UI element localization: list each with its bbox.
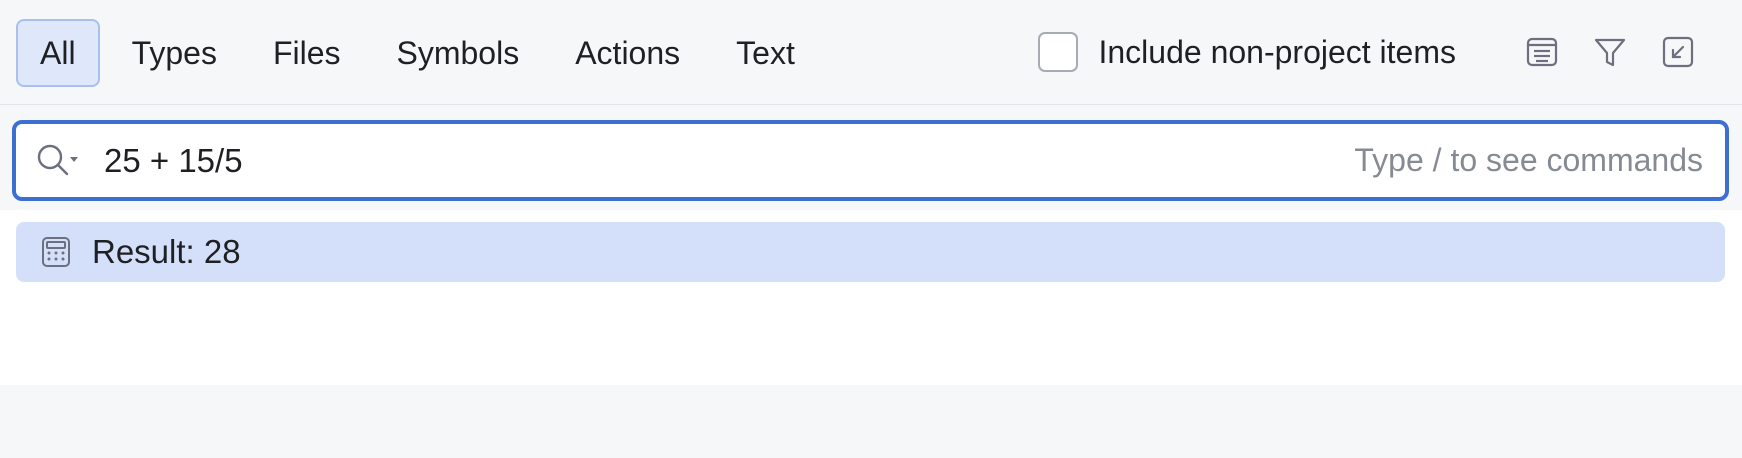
preview-button[interactable] (1520, 30, 1564, 74)
list-item[interactable]: Result: 28 (16, 222, 1725, 282)
header-bar: All Types Files Symbols Actions Text Inc… (0, 0, 1742, 105)
include-non-project-checkbox[interactable] (1038, 32, 1079, 72)
preview-icon (1526, 37, 1558, 67)
results-list: Result: 28 (0, 210, 1742, 385)
filter-button[interactable] (1588, 30, 1632, 74)
tab-symbols[interactable]: Symbols (377, 19, 540, 87)
filter-icon (1594, 38, 1626, 67)
commands-hint: Type / to see commands (1354, 142, 1703, 178)
result-text: Result: 28 (92, 233, 241, 270)
open-in-tool-window-button[interactable] (1656, 30, 1700, 74)
search-icon[interactable] (34, 141, 82, 181)
tab-files[interactable]: Files (253, 19, 361, 87)
tab-text[interactable]: Text (716, 19, 815, 87)
search-field[interactable]: Type / to see commands (12, 120, 1729, 201)
search-everywhere-popup: All Types Files Symbols Actions Text Inc… (0, 0, 1742, 458)
tab-all[interactable]: All (16, 19, 100, 87)
tab-actions[interactable]: Actions (555, 19, 700, 87)
header-tools: Include non-project items (1038, 30, 1700, 74)
calculator-icon (42, 237, 70, 267)
scope-tabs: All Types Files Symbols Actions Text (16, 19, 831, 87)
tab-types[interactable]: Types (112, 19, 237, 87)
search-input[interactable] (104, 141, 1355, 180)
include-non-project-label: Include non-project items (1098, 33, 1456, 70)
collapse-icon (1662, 36, 1694, 68)
